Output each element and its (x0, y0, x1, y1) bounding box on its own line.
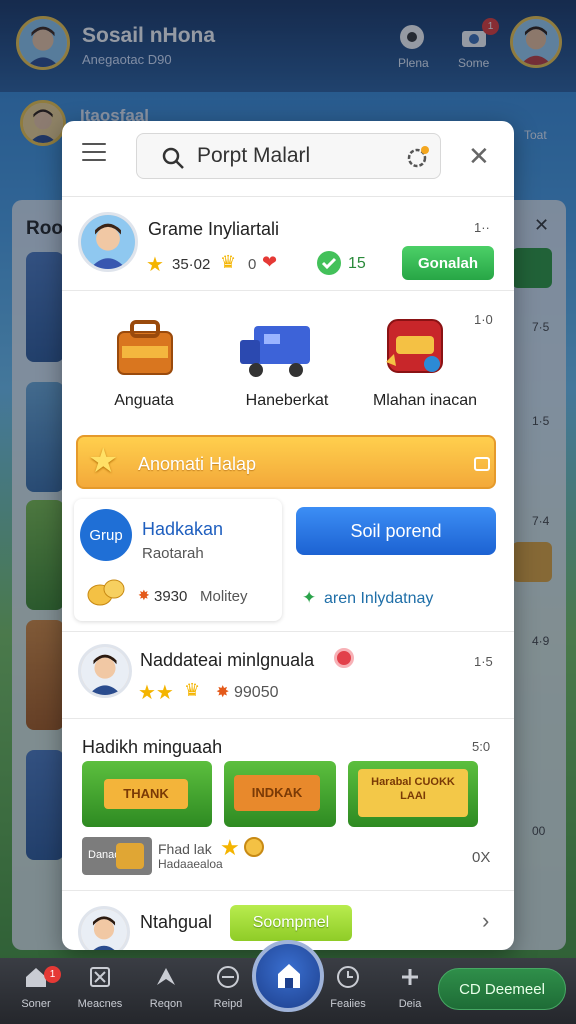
items-row: Hadikh minguaah 5:0 THANK INDKAK Harabal… (62, 719, 514, 891)
item-tag: Danao (82, 837, 152, 875)
player-action-button[interactable]: Gonalah (402, 246, 494, 280)
player-corner: 1·· (474, 220, 490, 235)
banner-text: Anomati Halap (138, 454, 257, 474)
nav-label: Reipd (213, 998, 243, 1010)
feature-label: Anguata (114, 392, 174, 409)
arrow-icon (157, 968, 175, 985)
player4-action-button[interactable]: Soompmel (230, 905, 352, 941)
avatar-face-icon (81, 215, 135, 269)
star-icon: ★ (88, 442, 119, 480)
search-input[interactable]: Porpt Malarl (136, 133, 441, 179)
search-icon (162, 147, 184, 169)
star-icon: ★ (146, 254, 164, 276)
fire-icon: ✸ (216, 684, 230, 701)
player-section: Grame Inyliartali 1·· ★ 35·02 ♛ 0 ❤ 15 G… (62, 198, 514, 291)
item-label1: Fhad lak (158, 841, 212, 857)
nav-item-data[interactable]: Deia (380, 962, 440, 1010)
gold-badge-icon (116, 843, 144, 869)
player-row-2: Naddateai minlgnuala 1·5 ★★ ♛ ✸ 99050 (62, 631, 514, 719)
banner-corner-icon (474, 457, 490, 471)
player-stats: 35·02 (172, 256, 211, 273)
avatar-face-icon (81, 909, 127, 950)
avatar-face-icon (81, 647, 129, 695)
chevron-right-icon[interactable]: › (482, 908, 489, 934)
sparkle-icon: ✦ (302, 588, 317, 607)
items-title: Hadikh minguaah (82, 737, 223, 757)
house-icon (278, 964, 300, 988)
fire-icon: ✸ (138, 587, 150, 603)
close-icon[interactable]: ✕ (468, 143, 490, 169)
nav-label: Feaiies (330, 998, 366, 1010)
item-thumb-label: THANK (104, 779, 188, 809)
modal-dialog: Porpt Malarl ✕ Grame Inyliartali 1·· ★ 3… (62, 121, 514, 950)
group-subtitle: Raotarah (142, 545, 204, 562)
player4-name: Ntahgual (140, 912, 213, 932)
crown-icon: ♛ (220, 252, 237, 272)
item-thumb[interactable]: Harabal CUOKK LAAI (348, 761, 478, 827)
player2-name: Naddateai minlgnuala (140, 650, 315, 670)
group-title: Hadkakan (142, 519, 224, 539)
nav-item-report[interactable]: Reipd (198, 962, 258, 1010)
nav-label: Deia (398, 998, 422, 1010)
feature-label: Mlahan inacan (372, 392, 478, 409)
group-stat-value: 3930 (154, 588, 188, 605)
player-coins: 15 (348, 255, 366, 272)
item-thumb[interactable]: THANK (82, 761, 212, 827)
plus-icon (402, 969, 418, 985)
coins-icon (87, 579, 125, 606)
player-avatar[interactable] (78, 212, 138, 272)
modal-header: Porpt Malarl ✕ (62, 121, 514, 197)
crown-icon: ♛ (184, 680, 201, 700)
grid-icon (90, 967, 110, 987)
gear-icon[interactable] (405, 144, 431, 170)
nav-cta-button[interactable]: CD Deemeel (438, 968, 566, 1010)
status-dot-icon (334, 648, 354, 668)
item-thumb-label: Harabal CUOKK LAAI (358, 769, 468, 817)
center-home-button[interactable] (252, 940, 324, 1012)
soil-porend-button[interactable]: Soil porend (296, 507, 496, 555)
features-section: 1·0 Anguata Haneberkat Mlahan inacan (62, 292, 514, 422)
star-icon: ★ (220, 835, 240, 860)
heart-icon: ❤ (262, 252, 278, 272)
nav-item-features[interactable]: Feaiies (318, 962, 378, 1010)
item-thumb-label: INDKAK (234, 775, 320, 811)
promo-banner[interactable]: ★ Anomati Halap (76, 435, 496, 489)
player2-stat: 99050 (234, 684, 279, 701)
player2-avatar[interactable] (78, 644, 132, 698)
bag-icon[interactable] (112, 316, 178, 380)
menu-icon[interactable] (82, 143, 106, 163)
nav-label: Meacnes (77, 998, 123, 1010)
coin-icon (317, 251, 341, 275)
group-stat-label: Molitey (200, 588, 248, 605)
coin-icon (244, 837, 264, 857)
prize-icon[interactable] (380, 314, 450, 380)
nav-label: Reqon (149, 998, 183, 1010)
group-icon: Grup (80, 509, 132, 561)
green-line-text: aren Inlydatnay (324, 590, 434, 607)
nav-badge: 1 (44, 966, 61, 983)
star-icon: ★★ (138, 682, 174, 704)
player2-corner: 1·5 (474, 654, 493, 669)
truck-icon[interactable] (238, 322, 314, 380)
globe-icon (217, 966, 239, 988)
features-corner: 1·0 (474, 312, 493, 327)
nav-item-region[interactable]: Reqon (136, 962, 196, 1010)
group-card[interactable]: Grup Hadkakan Raotarah ✸ 3930 Molitey (74, 499, 282, 621)
nav-label: Soner (21, 998, 51, 1010)
player-name: Grame Inyliartali (148, 219, 280, 239)
items-corner: 5:0 (472, 739, 491, 754)
items-right: 0X (472, 849, 491, 866)
player4-avatar[interactable] (78, 906, 130, 950)
feature-label: Haneberkat (245, 392, 329, 409)
item-thumb[interactable]: INDKAK (224, 761, 336, 827)
player-level: 0 (248, 256, 257, 273)
search-text: Porpt Malarl (197, 144, 311, 167)
item-label2: Hadaaealoa (158, 857, 223, 871)
clock-icon (337, 966, 359, 988)
nav-item-messages[interactable]: Meacnes (70, 962, 130, 1010)
